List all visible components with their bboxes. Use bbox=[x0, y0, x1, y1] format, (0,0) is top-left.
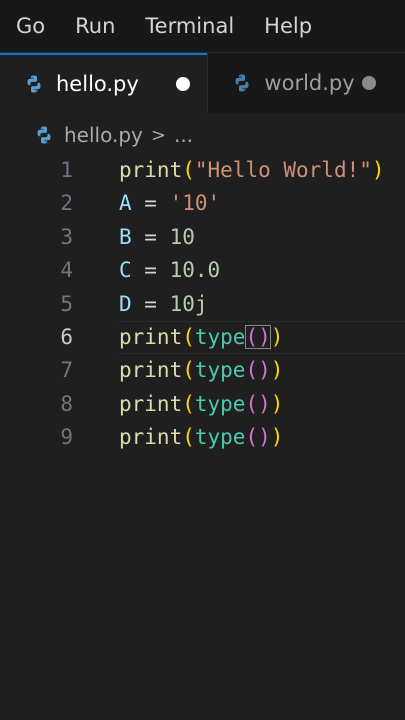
code-token: ) bbox=[270, 391, 284, 416]
code-token: () bbox=[245, 391, 271, 416]
breadcrumb: hello.py > ... bbox=[0, 118, 405, 152]
menu-terminal[interactable]: Terminal bbox=[145, 14, 234, 38]
tab-label: world.py bbox=[264, 71, 355, 95]
line-number: 1 bbox=[60, 158, 73, 182]
code-line[interactable]: 9 print(type()) bbox=[0, 421, 405, 454]
python-file-icon bbox=[27, 75, 41, 93]
code-line[interactable]: 8 print(type()) bbox=[0, 388, 405, 421]
code-token: ( bbox=[182, 425, 195, 450]
code-text[interactable]: print(type()) bbox=[119, 421, 283, 454]
line-number: 6 bbox=[60, 324, 73, 349]
code-token: ) bbox=[270, 358, 284, 383]
code-editor[interactable]: 1 print("Hello World!") 2 A = '10' 3 B = 10 4 C… bbox=[0, 154, 405, 720]
code-token: ) bbox=[270, 425, 284, 450]
code-token: = bbox=[131, 258, 170, 283]
code-token: () bbox=[245, 358, 271, 383]
code-token: print bbox=[119, 158, 183, 182]
python-file-icon bbox=[37, 126, 51, 144]
code-text[interactable]: print("Hello World!") bbox=[119, 154, 385, 187]
code-token: ) bbox=[270, 324, 284, 349]
code-text[interactable]: print(type()) bbox=[119, 388, 283, 421]
code-token: print bbox=[119, 358, 183, 383]
code-token: () bbox=[245, 324, 271, 349]
code-token: type bbox=[194, 324, 246, 349]
code-line[interactable]: 5 D = 10j bbox=[0, 288, 405, 321]
breadcrumb-file[interactable]: hello.py bbox=[64, 123, 143, 147]
code-token: = bbox=[131, 291, 170, 316]
code-line[interactable]: 4 C = 10.0 bbox=[0, 254, 405, 287]
code-text[interactable]: print(type()) bbox=[119, 321, 283, 354]
code-token: D bbox=[119, 291, 132, 316]
code-token: type bbox=[194, 391, 246, 416]
code-text[interactable]: B = 10 bbox=[119, 221, 195, 254]
unsaved-dot-icon[interactable] bbox=[176, 77, 190, 91]
code-line[interactable]: 3 B = 10 bbox=[0, 221, 405, 254]
code-token: print bbox=[119, 425, 183, 450]
menu-bar: Go Run Terminal Help bbox=[0, 0, 405, 53]
line-number: 5 bbox=[60, 291, 73, 316]
code-token: ( bbox=[182, 324, 195, 349]
code-token: B bbox=[119, 224, 132, 249]
code-token: print bbox=[119, 324, 183, 349]
code-line[interactable]: 1 print("Hello World!") bbox=[0, 154, 405, 187]
code-token: 10j bbox=[169, 291, 208, 316]
menu-run[interactable]: Run bbox=[75, 14, 115, 38]
editor-tab-bar: hello.py world.py bbox=[0, 53, 405, 113]
line-number: 7 bbox=[60, 358, 73, 383]
menu-go[interactable]: Go bbox=[16, 14, 45, 38]
code-line[interactable]: 6 print(type()) bbox=[0, 320, 405, 355]
line-number: 4 bbox=[60, 258, 73, 283]
code-line[interactable]: 7 print(type()) bbox=[0, 354, 405, 387]
code-token: A bbox=[119, 191, 132, 216]
code-text[interactable]: D = 10j bbox=[119, 288, 208, 321]
code-text[interactable]: C = 10.0 bbox=[119, 254, 220, 287]
code-token: = bbox=[131, 224, 170, 249]
code-token: 10 bbox=[169, 224, 195, 249]
code-token: '10' bbox=[169, 191, 221, 216]
code-token: "Hello World!" bbox=[194, 158, 372, 182]
code-token: type bbox=[194, 425, 246, 450]
line-number: 8 bbox=[60, 391, 73, 416]
code-token: ( bbox=[182, 158, 195, 182]
line-number: 3 bbox=[60, 224, 73, 249]
code-token: print bbox=[119, 391, 183, 416]
chevron-right-icon: > bbox=[150, 124, 166, 146]
code-token: C bbox=[119, 258, 132, 283]
unsaved-dot-icon[interactable] bbox=[362, 76, 377, 90]
code-token: ( bbox=[182, 391, 195, 416]
code-token: = bbox=[131, 191, 170, 216]
tab-hello-py[interactable]: hello.py bbox=[0, 53, 208, 113]
line-number: 9 bbox=[60, 425, 73, 450]
breadcrumb-more[interactable]: ... bbox=[174, 123, 193, 147]
tab-label: hello.py bbox=[56, 72, 139, 96]
line-number: 2 bbox=[60, 191, 73, 216]
tab-world-py[interactable]: world.py bbox=[207, 53, 405, 113]
code-token: 10.0 bbox=[169, 258, 221, 283]
code-token: () bbox=[245, 425, 271, 450]
code-text[interactable]: print(type()) bbox=[119, 354, 283, 387]
menu-help[interactable]: Help bbox=[264, 14, 312, 38]
code-text[interactable]: A = '10' bbox=[119, 187, 220, 220]
python-file-icon bbox=[235, 74, 249, 92]
code-token: ( bbox=[182, 358, 195, 383]
code-line[interactable]: 2 A = '10' bbox=[0, 187, 405, 220]
code-token: ) bbox=[371, 158, 385, 182]
code-token: type bbox=[194, 358, 246, 383]
